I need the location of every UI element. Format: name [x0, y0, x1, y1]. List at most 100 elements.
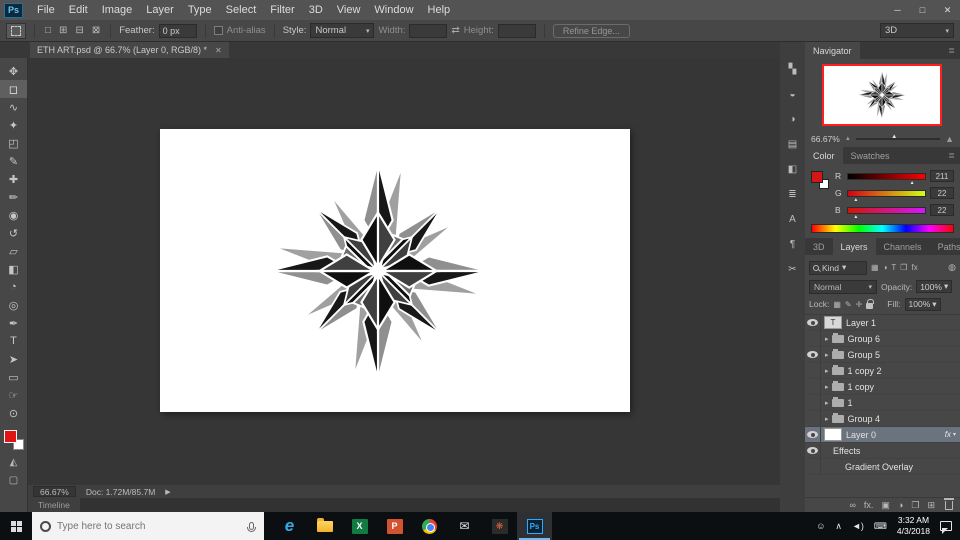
filter-effect-layers-icon[interactable]: fx — [911, 263, 917, 272]
hidden-icons-chevron[interactable]: ∧ — [835, 521, 842, 532]
quick-selection-tool[interactable]: ✦ — [0, 116, 27, 134]
intersect-selection-icon[interactable]: ⊠ — [90, 25, 102, 36]
expand-arrow-icon[interactable]: ▸ — [821, 367, 831, 375]
add-selection-icon[interactable]: ⊞ — [57, 25, 69, 36]
character-panel-icon[interactable]: A — [789, 214, 796, 225]
filter-adjustment-layers-icon[interactable]: ◑ — [883, 263, 888, 272]
layer-name[interactable]: Group 4 — [848, 414, 881, 424]
foreground-background-colors[interactable] — [3, 430, 24, 450]
user-icon[interactable]: ☺ — [816, 521, 825, 531]
new-selection-icon[interactable]: □ — [43, 25, 53, 36]
slider-handle-icon[interactable]: ▲ — [910, 180, 915, 186]
foreground-color-swatch[interactable] — [811, 171, 823, 183]
styles-panel-icon[interactable]: ▤ — [788, 139, 797, 150]
history-brush-tool[interactable]: ↺ — [0, 224, 27, 242]
minimize-button[interactable]: ─ — [885, 0, 910, 20]
zoom-tool[interactable]: ⊙ — [0, 404, 27, 422]
menu-view[interactable]: View — [330, 0, 368, 20]
text-layer-thumbnail[interactable]: T — [824, 316, 842, 329]
filter-group-layers-icon[interactable]: ❐ — [900, 263, 907, 272]
layer-name[interactable]: 1 copy 2 — [848, 366, 882, 376]
tab-paths[interactable]: Paths — [930, 238, 960, 255]
dodge-tool[interactable]: ◎ — [0, 296, 27, 314]
zoom-in-icon[interactable]: ▲ — [945, 134, 954, 144]
lasso-tool[interactable]: ∿ — [0, 98, 27, 116]
expand-arrow-icon[interactable]: ▸ — [821, 351, 831, 359]
status-play-icon[interactable]: ▶ — [165, 488, 170, 496]
delete-layer-icon[interactable] — [944, 497, 954, 510]
canvas-area[interactable] — [28, 58, 780, 485]
clone-stamp-tool[interactable]: ◉ — [0, 206, 27, 224]
crop-tool[interactable]: ◰ — [0, 134, 27, 152]
hand-tool[interactable]: ☞ — [0, 386, 27, 404]
swap-dimensions-icon[interactable]: ⇄ — [451, 25, 459, 36]
paragraph-panel-icon[interactable]: ¶ — [790, 239, 795, 250]
taskbar-powerpoint-icon[interactable]: P — [377, 512, 412, 540]
layer-name[interactable]: Layer 1 — [846, 318, 876, 328]
filter-pixel-layers-icon[interactable]: ▦ — [871, 263, 879, 272]
panel-menu-icon[interactable]: ≣ — [948, 46, 960, 55]
menu-layer[interactable]: Layer — [139, 0, 181, 20]
collapse-effects-icon[interactable]: ▾ — [953, 431, 960, 438]
tab-color[interactable]: Color — [805, 147, 843, 164]
layer-thumbnail[interactable] — [824, 428, 842, 441]
marquee-tool-preset-icon[interactable] — [6, 22, 26, 39]
layer-name[interactable]: Group 5 — [848, 350, 881, 360]
blue-slider[interactable]: ▲ — [847, 206, 926, 220]
color-spectrum-bar[interactable] — [811, 224, 954, 233]
effects-label[interactable]: Effects — [821, 446, 860, 456]
visibility-eye-icon[interactable] — [807, 319, 818, 326]
green-slider[interactable]: ▲ — [847, 189, 926, 203]
layer-row[interactable]: ▸ 1 copy 2 — [805, 363, 960, 379]
layer-row[interactable]: ▸ Group 4 — [805, 411, 960, 427]
lock-all-icon[interactable] — [866, 299, 875, 309]
taskbar-edge-icon[interactable]: e — [272, 512, 307, 540]
tab-navigator[interactable]: Navigator — [805, 42, 860, 59]
navigator-thumbnail[interactable] — [822, 64, 942, 126]
visibility-eye-icon[interactable] — [807, 351, 818, 358]
navigator-zoom-value[interactable]: 66.67% — [811, 134, 840, 144]
taskbar-chrome-icon[interactable] — [412, 512, 447, 540]
pen-tool[interactable]: ✒ — [0, 314, 27, 332]
close-button[interactable]: ✕ — [935, 0, 960, 20]
panel-menu-icon[interactable]: ≣ — [948, 151, 960, 160]
maximize-button[interactable]: □ — [910, 0, 935, 20]
move-tool[interactable]: ✥ — [0, 62, 27, 80]
layer-name[interactable]: Group 6 — [848, 334, 881, 344]
menu-window[interactable]: Window — [367, 0, 420, 20]
expand-arrow-icon[interactable]: ▸ — [821, 383, 831, 391]
menu-help[interactable]: Help — [421, 0, 458, 20]
tab-layers[interactable]: Layers — [832, 238, 876, 255]
tab-3d[interactable]: 3D — [805, 238, 833, 255]
style-select[interactable]: Normal ▾ — [310, 23, 375, 38]
layer-name[interactable]: 1 — [848, 398, 853, 408]
slider-handle-icon[interactable]: ▲ — [891, 134, 897, 140]
effects-row[interactable]: Effects — [805, 443, 960, 459]
opacity-input[interactable]: 100% ▾ — [916, 280, 953, 293]
lock-transparency-icon[interactable]: ▦ — [833, 300, 841, 309]
layer-row[interactable]: ▸ Group 5 — [805, 347, 960, 363]
timeline-panel-tab[interactable]: Timeline — [28, 498, 80, 512]
slider-handle-icon[interactable]: ▲ — [853, 197, 858, 203]
volume-icon[interactable]: ◄) — [852, 521, 864, 531]
adjustments-panel-icon[interactable]: ◑ — [789, 114, 795, 125]
layer-mask-icon[interactable]: ▣ — [881, 500, 890, 511]
menu-filter[interactable]: Filter — [263, 0, 301, 20]
type-tool[interactable]: T — [0, 332, 27, 350]
menu-image[interactable]: Image — [95, 0, 140, 20]
taskbar-mail-icon[interactable]: ✉ — [447, 512, 482, 540]
feather-input[interactable] — [158, 23, 197, 38]
info-panel-icon[interactable]: ◒ — [789, 89, 795, 100]
gradient-tool[interactable]: ◧ — [0, 260, 27, 278]
tab-swatches[interactable]: Swatches — [843, 147, 898, 164]
layer-style-icon[interactable]: fx. — [864, 500, 874, 510]
taskbar-photoshop-icon[interactable]: Ps — [517, 512, 552, 540]
refine-edge-button[interactable]: Refine Edge... — [552, 23, 630, 38]
quick-mask-mode-button[interactable]: ◭ — [10, 457, 18, 468]
layer-row-selected[interactable]: Layer 0 fx ▾ — [805, 427, 960, 443]
search-input[interactable] — [57, 520, 243, 532]
blur-tool[interactable]: ◔ — [0, 278, 27, 296]
zoom-out-icon[interactable]: ▲ — [845, 136, 851, 142]
action-center-icon[interactable] — [940, 521, 952, 534]
color-panel-swatches[interactable] — [811, 171, 829, 189]
